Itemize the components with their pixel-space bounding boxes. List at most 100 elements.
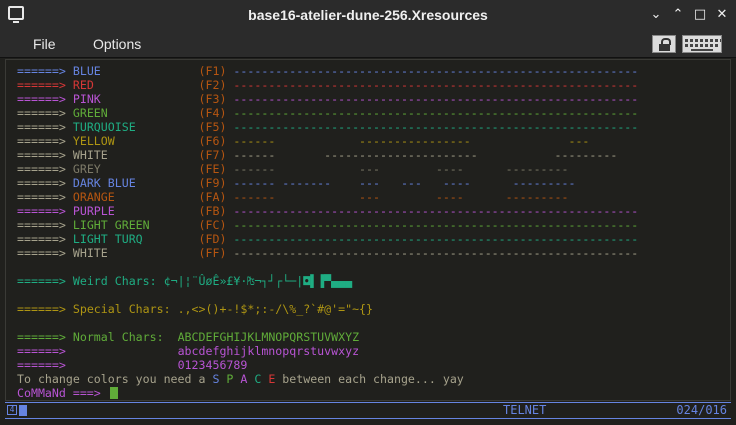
status-cursor bbox=[19, 405, 27, 416]
special-label: Special Chars: bbox=[72, 302, 171, 316]
cursor-position: 024/016 bbox=[676, 403, 727, 417]
function-key: (FE) bbox=[198, 162, 227, 176]
color-row: ======> BLUE (F1) ----------------------… bbox=[17, 64, 638, 78]
connection-mode: TELNET bbox=[503, 403, 547, 417]
dash-line: ------ ------- --- --- ---- --------- bbox=[233, 176, 576, 190]
row-arrow: ======> bbox=[17, 190, 66, 204]
function-key: (F6) bbox=[198, 134, 227, 148]
restore-icon[interactable]: ⌃ bbox=[670, 7, 686, 23]
row-arrow: ======> bbox=[17, 204, 66, 218]
terminal-screen[interactable]: ======> BLUE (F1) ----------------------… bbox=[5, 59, 731, 401]
dash-line: ----------------------------------------… bbox=[233, 78, 639, 92]
weird-chars-row: ======> Weird Chars: ¢¬|¦¨ÛøÊ»£¥·₧¬┐┘┌└─… bbox=[17, 274, 638, 288]
terminal-lines: ======> BLUE (F1) ----------------------… bbox=[17, 64, 638, 400]
dash-line: ----------------------------------------… bbox=[233, 204, 639, 218]
weird-label: Weird Chars: bbox=[72, 274, 157, 288]
close-icon[interactable]: ✕ bbox=[714, 7, 730, 23]
function-key: (FC) bbox=[198, 218, 227, 232]
color-row: ======> GREEN (F4) ---------------------… bbox=[17, 106, 638, 120]
row-arrow: ======> bbox=[17, 344, 66, 358]
function-key: (FB) bbox=[198, 204, 227, 218]
dash-line: ------ --- ---- --------- bbox=[233, 190, 569, 204]
row-arrow: ======> bbox=[17, 78, 66, 92]
special-chars: .,<>()+-!$*;:-/\%_?`#@'="~{} bbox=[177, 302, 374, 316]
dash-line: ----------------------------------------… bbox=[233, 64, 639, 78]
color-row: ======> YELLOW (F6) ------ -------------… bbox=[17, 134, 638, 148]
dash-line: ----------------------------------------… bbox=[233, 218, 639, 232]
status-bar: 4 TELNET 024/016 bbox=[5, 402, 731, 419]
title-bar[interactable]: base16-atelier-dune-256.Xresources ⌄ ⌃ □… bbox=[0, 0, 736, 32]
digit-chars: 0123456789 bbox=[177, 358, 248, 372]
color-row: ======> LIGHT GREEN (FC) ---------------… bbox=[17, 218, 638, 232]
info-row: To change colors you need a S P A C E be… bbox=[17, 372, 638, 386]
dash-line: ------ ---------------------- --------- bbox=[233, 148, 618, 162]
lower-chars: abcdefghijklmnopqrstuvwxyz bbox=[177, 344, 360, 358]
function-key: (F3) bbox=[198, 92, 227, 106]
row-arrow: ======> bbox=[17, 218, 66, 232]
function-key: (F4) bbox=[198, 106, 227, 120]
menu-file[interactable]: File bbox=[33, 36, 56, 52]
row-arrow: ======> bbox=[17, 330, 66, 344]
color-row: ======> PINK (F3) ----------------------… bbox=[17, 92, 638, 106]
function-key: (F2) bbox=[198, 78, 227, 92]
row-arrow: ======> bbox=[17, 302, 66, 316]
row-arrow: ======> bbox=[17, 64, 66, 78]
color-name: DARK BLUE bbox=[72, 176, 136, 190]
color-name: PINK bbox=[72, 92, 101, 106]
color-name: LIGHT GREEN bbox=[72, 218, 150, 232]
color-row: ======> GREY (FE) ------ --- ---- ------… bbox=[17, 162, 638, 176]
dash-line: ------ --- ---- --------- bbox=[233, 162, 569, 176]
function-key: (F7) bbox=[198, 148, 227, 162]
special-chars-row: ======> Special Chars: .,<>()+-!$*;:-/\%… bbox=[17, 302, 638, 316]
minimize-icon[interactable]: ⌄ bbox=[648, 7, 664, 23]
row-arrow: ======> bbox=[17, 120, 66, 134]
color-name: LIGHT TURQ bbox=[72, 232, 143, 246]
terminal-cursor[interactable] bbox=[109, 387, 118, 399]
maximize-icon[interactable]: □ bbox=[692, 7, 708, 23]
dash-line: ----------------------------------------… bbox=[233, 120, 639, 134]
lock-icon[interactable] bbox=[652, 35, 676, 53]
row-arrow: ======> bbox=[17, 92, 66, 106]
color-name: YELLOW bbox=[72, 134, 115, 148]
color-name: RED bbox=[72, 78, 94, 92]
color-row: ======> LIGHT TURQ (FD) ----------------… bbox=[17, 232, 638, 246]
dash-line: ------ ---------------- --- bbox=[233, 134, 590, 148]
info-text: To change colors you need a bbox=[17, 372, 213, 386]
color-name: BLUE bbox=[72, 64, 101, 78]
row-arrow: ======> bbox=[17, 134, 66, 148]
color-row: ======> RED (F2) -----------------------… bbox=[17, 78, 638, 92]
lower-chars-row: ======> abcdefghijklmnopqrstuvwxyz bbox=[17, 344, 638, 358]
row-arrow: ======> bbox=[17, 232, 66, 246]
terminal-window: base16-atelier-dune-256.Xresources ⌄ ⌃ □… bbox=[0, 0, 736, 425]
window-title: base16-atelier-dune-256.Xresources bbox=[248, 7, 488, 23]
normal-chars-row: ======> Normal Chars: ABCDEFGHIJKLMNOPQR… bbox=[17, 330, 638, 344]
menu-options[interactable]: Options bbox=[93, 36, 141, 52]
keyboard-icon[interactable] bbox=[682, 35, 722, 53]
row-arrow: ======> bbox=[17, 274, 66, 288]
